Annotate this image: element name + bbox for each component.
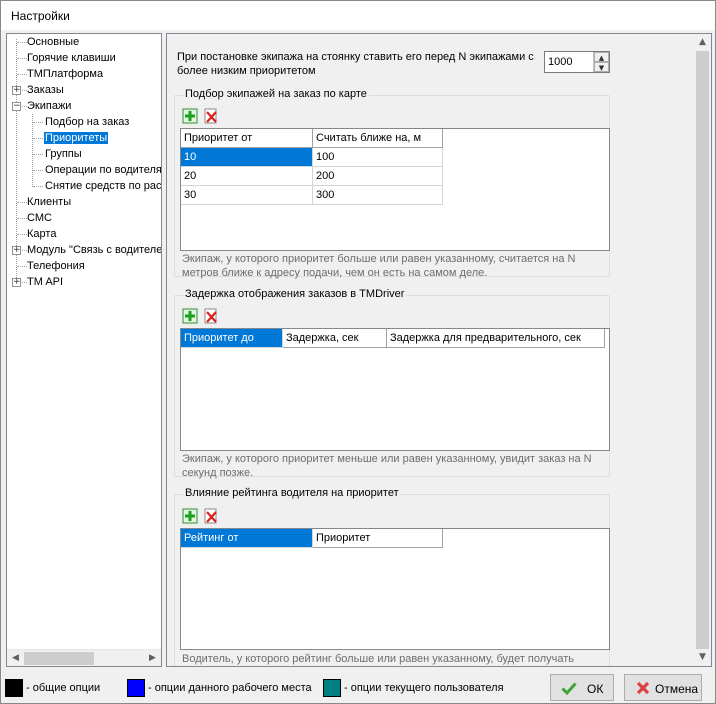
group-order-delay-title: Задержка отображения заказов в TMDriver [183, 288, 407, 300]
tree-item-basic[interactable]: Основные [26, 34, 80, 50]
table-cell[interactable]: 30 [181, 186, 313, 205]
tree-item-crews[interactable]: Экипажи [26, 98, 72, 114]
group-rating-influence: Влияние рейтинга водителя на приоритет Р… [174, 487, 610, 666]
tree-expand-orders-icon[interactable]: + [12, 86, 21, 95]
group-rating-influence-title: Влияние рейтинга водителя на приоритет [183, 487, 401, 499]
scroll-thumb[interactable] [696, 51, 709, 649]
tree-item-order-selection[interactable]: Подбор на заказ [44, 114, 130, 130]
scroll-right-icon[interactable]: ▶ [144, 650, 161, 666]
spin-up-icon[interactable]: ▲ [594, 52, 609, 62]
order-delay-note: Экипаж, у которого приоритет меньше или … [182, 453, 592, 479]
map-selection-grid[interactable]: Приоритет от Считать ближе на, м 10 100 … [180, 128, 610, 251]
tree-item-map[interactable]: Карта [26, 226, 57, 242]
table-cell[interactable]: 300 [313, 186, 443, 205]
column-header[interactable]: Задержка для предварительного, сек [387, 329, 605, 348]
panel-vertical-scrollbar[interactable]: ▲ ▼ [694, 34, 711, 666]
priority-value[interactable]: 1000 [548, 56, 572, 68]
cross-icon [636, 681, 650, 695]
column-header[interactable]: Приоритет от [181, 129, 313, 148]
cancel-button-label: Отмена [655, 682, 699, 696]
tree-item-driver-comm[interactable]: Модуль "Связь с водителем" [26, 242, 161, 258]
legend-user-label: - опции текущего пользователя [344, 682, 504, 694]
priority-description: При постановке экипажа на стоянку ставит… [177, 51, 534, 77]
tree-item-groups[interactable]: Группы [44, 146, 83, 162]
tree-collapse-crews-icon[interactable]: − [12, 102, 21, 111]
legend-workplace-label: - опции данного рабочего места [148, 682, 312, 694]
add-row-icon[interactable] [182, 108, 198, 124]
tree-item-tmapi[interactable]: TM API [26, 274, 64, 290]
column-header[interactable]: Рейтинг от [181, 529, 313, 548]
tree-item-priorities[interactable]: Приоритеты [44, 130, 109, 146]
group-map-selection-title: Подбор экипажей на заказ по карте [183, 88, 369, 100]
tree-item-hotkeys[interactable]: Горячие клавиши [26, 50, 117, 66]
settings-panel: При постановке экипажа на стоянку ставит… [166, 33, 712, 667]
map-selection-note: Экипаж, у которого приоритет больше или … [182, 253, 576, 279]
delete-row-icon[interactable] [203, 508, 219, 524]
tree-item-sms[interactable]: СМС [26, 210, 53, 226]
table-cell[interactable]: 100 [313, 148, 443, 167]
ok-button[interactable]: ОК [550, 674, 614, 701]
tree-expand-tmapi-icon[interactable]: + [12, 278, 21, 287]
window-title: Настройки [11, 9, 70, 23]
column-header[interactable]: Приоритет [313, 529, 443, 548]
tree-item-orders[interactable]: Заказы [26, 82, 65, 98]
scroll-left-icon[interactable]: ◀ [7, 650, 24, 666]
table-cell[interactable]: 20 [181, 167, 313, 186]
scroll-up-icon[interactable]: ▲ [694, 34, 711, 51]
add-row-icon[interactable] [182, 508, 198, 524]
tree-item-telephony[interactable]: Телефония [26, 258, 86, 274]
group-map-selection: Подбор экипажей на заказ по карте Приори… [174, 88, 610, 279]
column-header[interactable]: Считать ближе на, м [313, 129, 443, 148]
delete-row-icon[interactable] [203, 308, 219, 324]
tree-item-clients[interactable]: Клиенты [26, 194, 72, 210]
add-row-icon[interactable] [182, 308, 198, 324]
checkmark-icon [561, 682, 577, 696]
scroll-down-icon[interactable]: ▼ [694, 649, 711, 666]
legend-common-label: - общие опции [26, 682, 101, 694]
scroll-thumb[interactable] [24, 652, 94, 665]
legend-workplace-swatch [127, 679, 145, 697]
tree-item-driver-operations[interactable]: Операции по водителям [44, 162, 161, 178]
column-header[interactable]: Приоритет до [181, 329, 283, 348]
footer: - общие опции - опции данного рабочего м… [0, 667, 716, 704]
tree-expand-driver-comm-icon[interactable]: + [12, 246, 21, 255]
tree-item-tmplatform[interactable]: TMПлатформа [26, 66, 104, 82]
legend-user-swatch [323, 679, 341, 697]
settings-tree[interactable]: Основные Горячие клавиши TMПлатформа + З… [6, 33, 162, 667]
cancel-button[interactable]: Отмена [624, 674, 702, 701]
rating-influence-note: Водитель, у которого рейтинг больше или … [182, 653, 575, 665]
table-cell[interactable]: 200 [313, 167, 443, 186]
rating-influence-grid[interactable]: Рейтинг от Приоритет [180, 528, 610, 650]
delete-row-icon[interactable] [203, 108, 219, 124]
group-order-delay: Задержка отображения заказов в TMDriver … [174, 288, 610, 479]
title-bar: Настройки [0, 0, 716, 30]
tree-horizontal-scrollbar[interactable]: ◀ ▶ [7, 649, 161, 666]
legend-common-swatch [5, 679, 23, 697]
ok-button-label: ОК [587, 682, 604, 696]
column-header[interactable]: Задержка, сек [283, 329, 387, 348]
priority-spinner[interactable]: 1000 ▲ ▼ [544, 51, 610, 73]
spin-down-icon[interactable]: ▼ [594, 62, 609, 72]
table-cell[interactable]: 10 [181, 148, 313, 167]
order-delay-grid[interactable]: Приоритет до Задержка, сек Задержка для … [180, 328, 610, 451]
tree-item-scheduled-charges[interactable]: Снятие средств по расписанию [44, 178, 161, 194]
